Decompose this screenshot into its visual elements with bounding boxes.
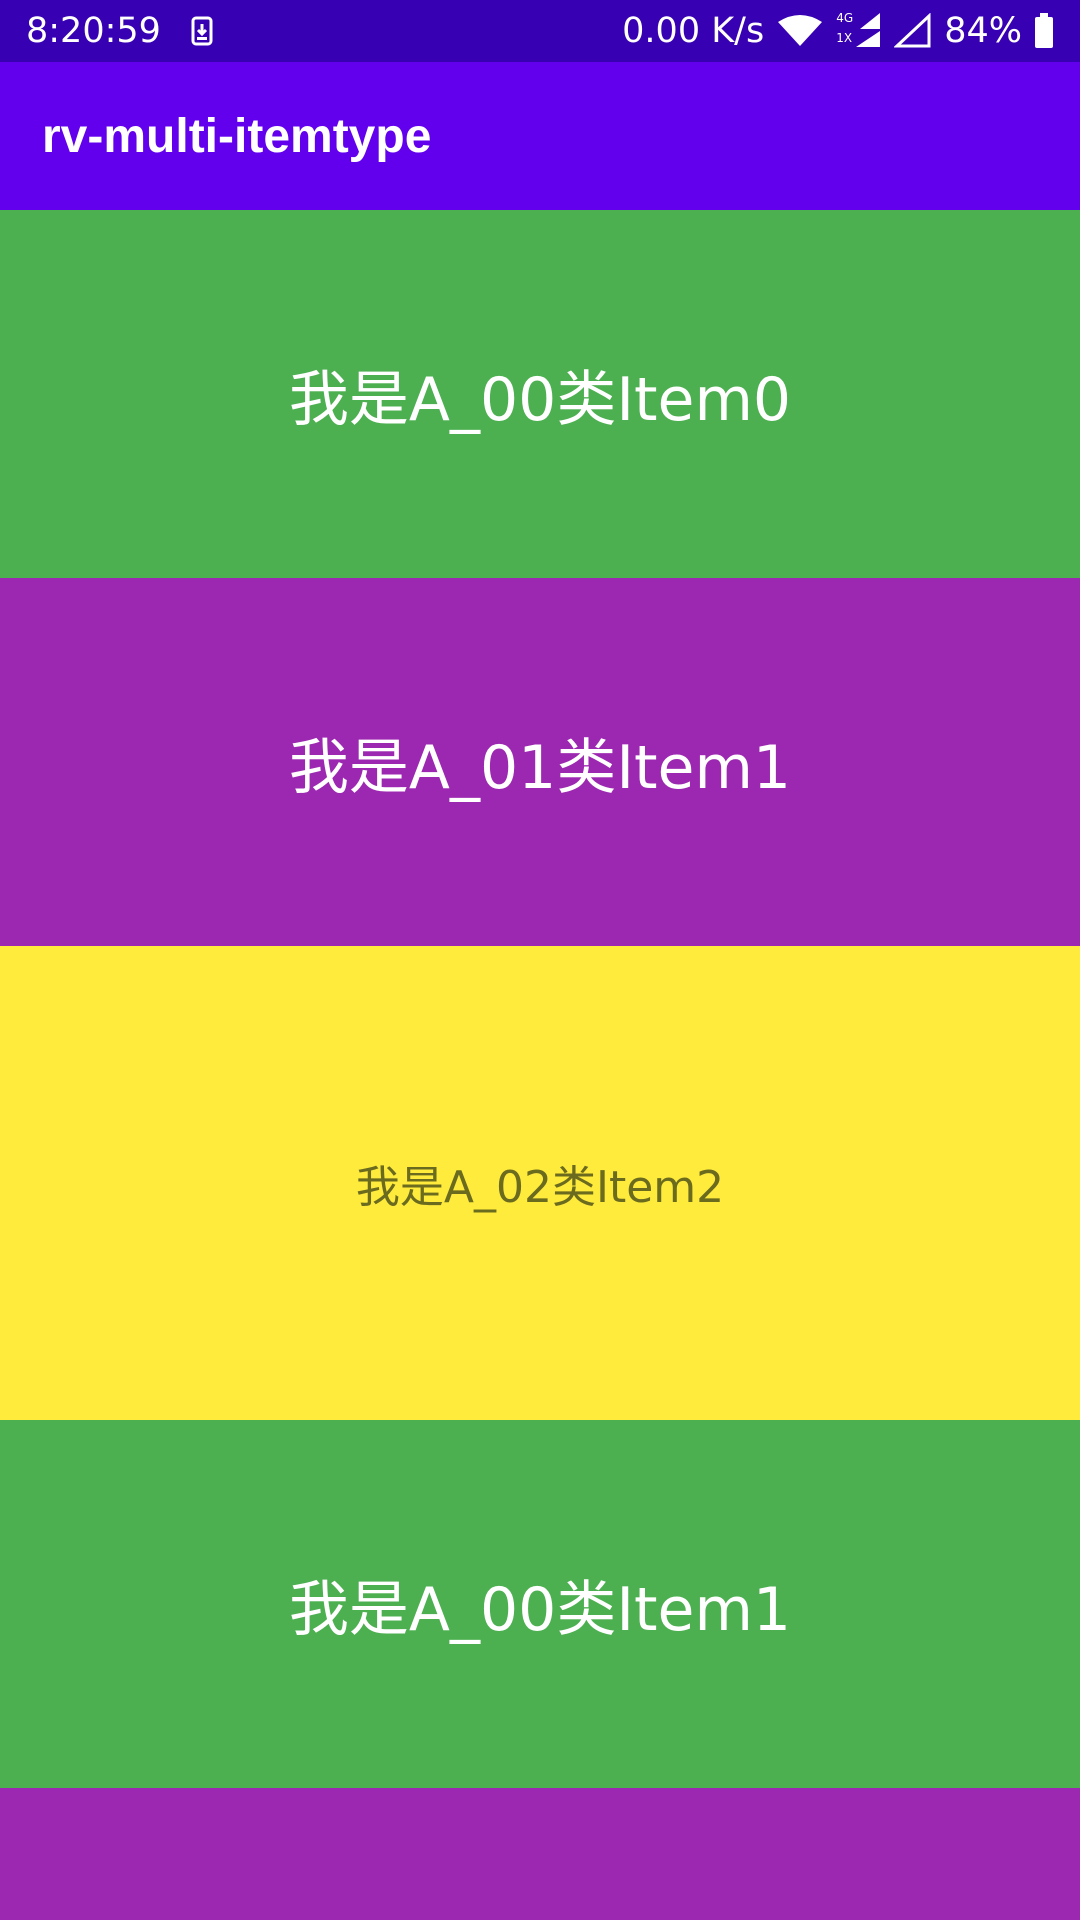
status-time: 8:20:59 <box>26 11 161 51</box>
app-bar: rv-multi-itemtype <box>0 62 1080 210</box>
list-item[interactable]: 我是A_02类Item2 <box>0 946 1080 1420</box>
battery-icon <box>1034 13 1054 49</box>
item-label: 我是A_00类Item0 <box>288 364 792 435</box>
network-speed: 0.00 K/s <box>622 11 765 51</box>
status-bar: 8:20:59 0.00 K/s 4G 1X 84% <box>0 0 1080 62</box>
item-label: 我是A_00类Item1 <box>288 1574 792 1645</box>
list-item[interactable] <box>0 1788 1080 1920</box>
download-notification-icon <box>191 16 213 46</box>
wifi-icon <box>776 14 824 48</box>
battery-percent: 84% <box>944 11 1022 51</box>
app-title: rv-multi-itemtype <box>42 109 432 163</box>
list-item[interactable]: 我是A_00类Item1 <box>0 1420 1080 1788</box>
item-label: 我是A_01类Item1 <box>288 732 792 803</box>
list-item[interactable]: 我是A_00类Item0 <box>0 210 1080 578</box>
signal-icon: 4G 1X <box>836 11 882 49</box>
recycler-list[interactable]: 我是A_00类Item0 我是A_01类Item1 我是A_02类Item2 我… <box>0 210 1080 1920</box>
item-label: 我是A_02类Item2 <box>355 1162 725 1213</box>
list-item[interactable]: 我是A_01类Item1 <box>0 578 1080 946</box>
signal-empty-icon <box>894 13 932 49</box>
